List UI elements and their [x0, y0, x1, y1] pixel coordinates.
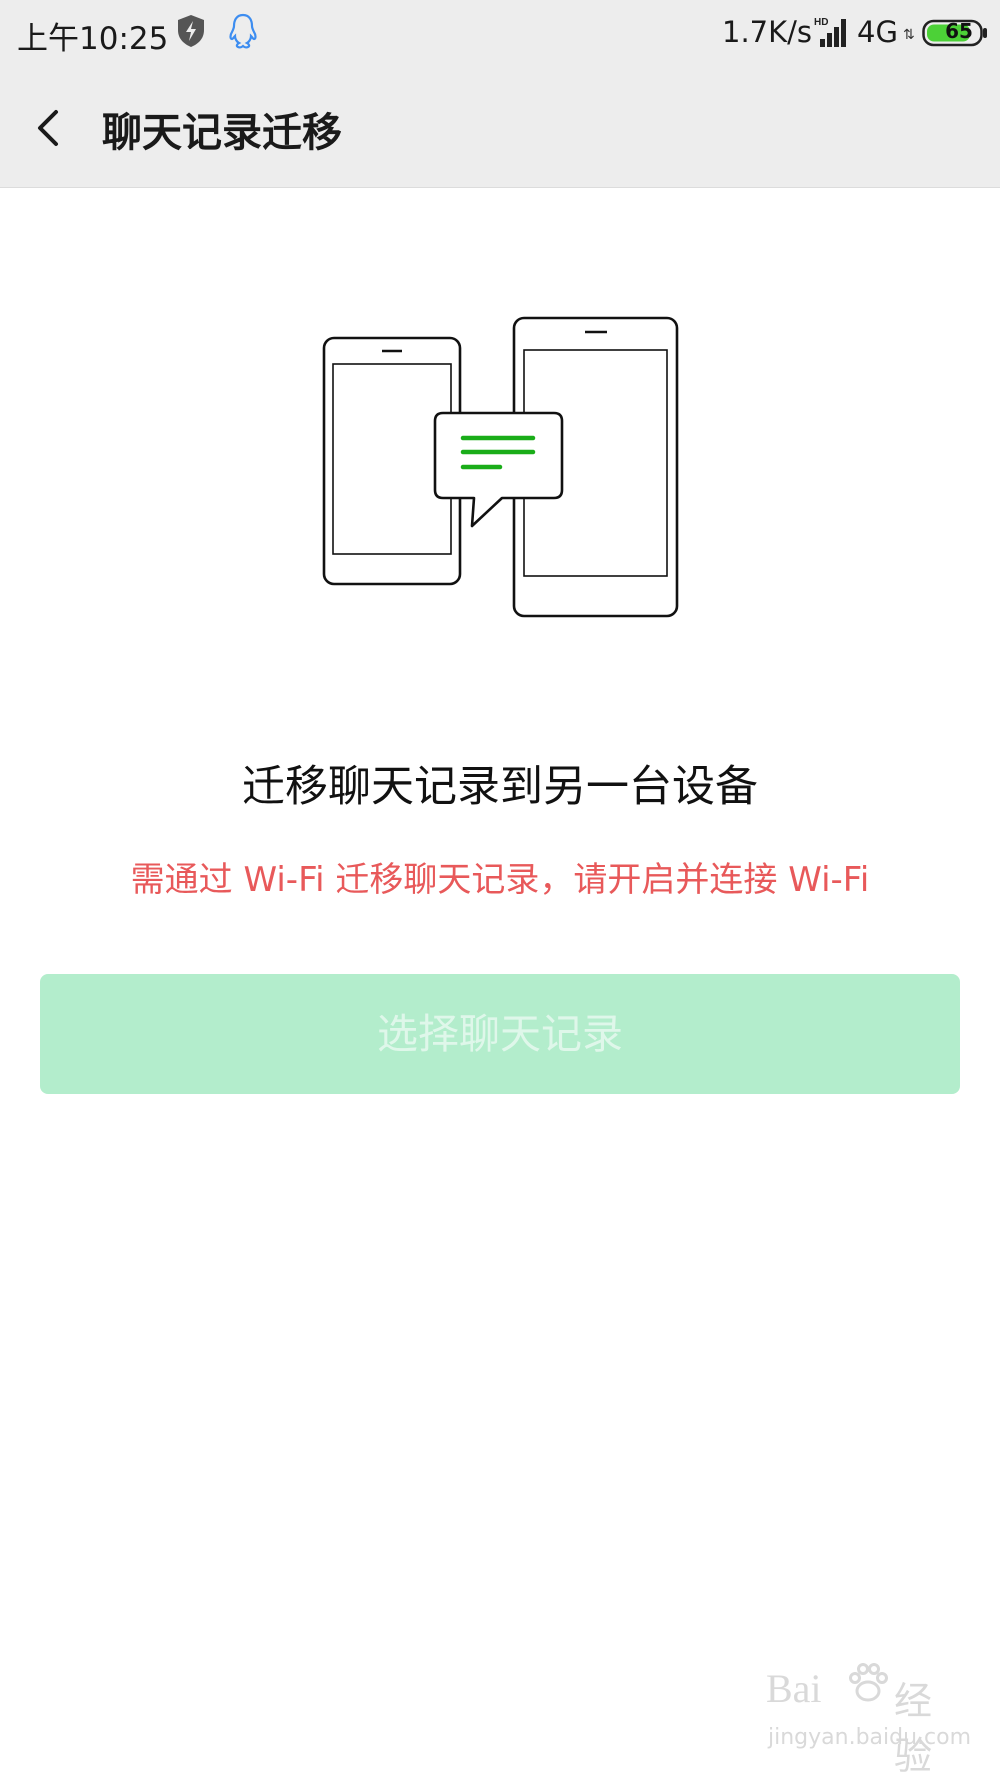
chevron-left-icon [38, 110, 58, 146]
watermark-logo: Bai [766, 1666, 822, 1711]
phones-transfer-illustration [322, 316, 679, 618]
paw-icon [849, 1663, 888, 1702]
status-time: 上午10:25 [17, 21, 169, 57]
baidu-jingyan-watermark: Bai 经验 jingyan.baidu.com [766, 1663, 971, 1778]
network-type: 4G [857, 15, 898, 49]
network-speed: 1.7K/s [722, 15, 813, 49]
watermark-text: 经验 [894, 1679, 933, 1778]
qq-icon [229, 13, 257, 49]
svg-text:HD: HD [814, 17, 828, 28]
battery-level: 65 [945, 19, 973, 43]
toolbar: 聊天记录迁移 [0, 68, 1000, 188]
screen: 上午10:25 1.7K/s HD 4G ⇅ 65 聊天记录迁移 迁移聊天记录到… [0, 0, 1000, 1778]
signal-icon: HD [814, 17, 846, 47]
page-title: 聊天记录迁移 [102, 110, 342, 156]
back-button[interactable] [22, 90, 78, 166]
select-chat-history-button[interactable]: 选择聊天记录 [40, 974, 960, 1094]
main-heading: 迁移聊天记录到另一台设备 [242, 762, 758, 812]
watermark-url: jingyan.baidu.com [768, 1725, 972, 1750]
status-bar: 上午10:25 1.7K/s HD 4G ⇅ 65 [0, 0, 1000, 68]
data-arrows: ⇅ [903, 27, 915, 43]
wifi-warning-text: 需通过 Wi-Fi 迁移聊天记录，请开启并连接 Wi-Fi [130, 860, 870, 900]
shield-icon [178, 15, 204, 47]
